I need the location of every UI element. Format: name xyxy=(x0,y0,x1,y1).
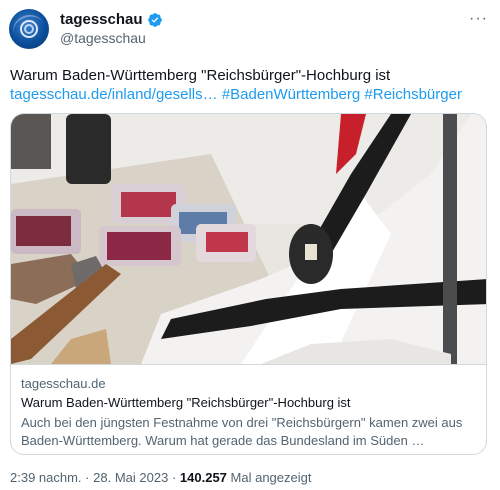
avatar[interactable] xyxy=(9,9,49,49)
tweet-meta: 2:39 nachm. · 28. Mai 2023 · 140.257 Mal… xyxy=(10,470,311,485)
view-count[interactable]: 140.257 xyxy=(180,470,227,485)
meta-separator: · xyxy=(171,470,177,485)
hashtag-link[interactable]: #BadenWürttemberg xyxy=(222,86,360,103)
author-handle[interactable]: @tagesschau xyxy=(60,30,146,46)
meta-separator: · xyxy=(85,470,90,485)
tweet-links: tagesschau.de/inland/gesells… #BadenWürt… xyxy=(10,86,462,103)
card-domain: tagesschau.de xyxy=(21,376,106,391)
article-link[interactable]: tagesschau.de/inland/gesells… xyxy=(10,86,218,103)
link-preview-card[interactable]: tagesschau.de Warum Baden-Württemberg "R… xyxy=(10,113,487,455)
verified-badge-icon xyxy=(147,12,162,27)
more-options-icon[interactable]: ··· xyxy=(469,10,488,28)
view-count-label: Mal angezeigt xyxy=(230,470,312,485)
photo-flag-icon[interactable] xyxy=(11,114,487,364)
author-name[interactable]: tagesschau xyxy=(60,11,143,28)
tweet: tagesschau @tagesschau ··· Warum Baden-W… xyxy=(0,0,500,490)
hashtag-link[interactable]: #Reichsbürger xyxy=(364,86,462,103)
card-description: Auch bei den jüngsten Festnahme von drei… xyxy=(21,415,463,448)
card-title: Warum Baden-Württemberg "Reichsbürger"-H… xyxy=(21,395,351,410)
tweet-date[interactable]: 28. Mai 2023 xyxy=(93,470,168,485)
author-row: tagesschau xyxy=(60,11,163,28)
tweet-text: Warum Baden-Württemberg "Reichsbürger"-H… xyxy=(10,67,391,84)
card-footer[interactable]: tagesschau.de Warum Baden-Württemberg "R… xyxy=(11,364,486,454)
tweet-time[interactable]: 2:39 nachm. xyxy=(10,470,82,485)
